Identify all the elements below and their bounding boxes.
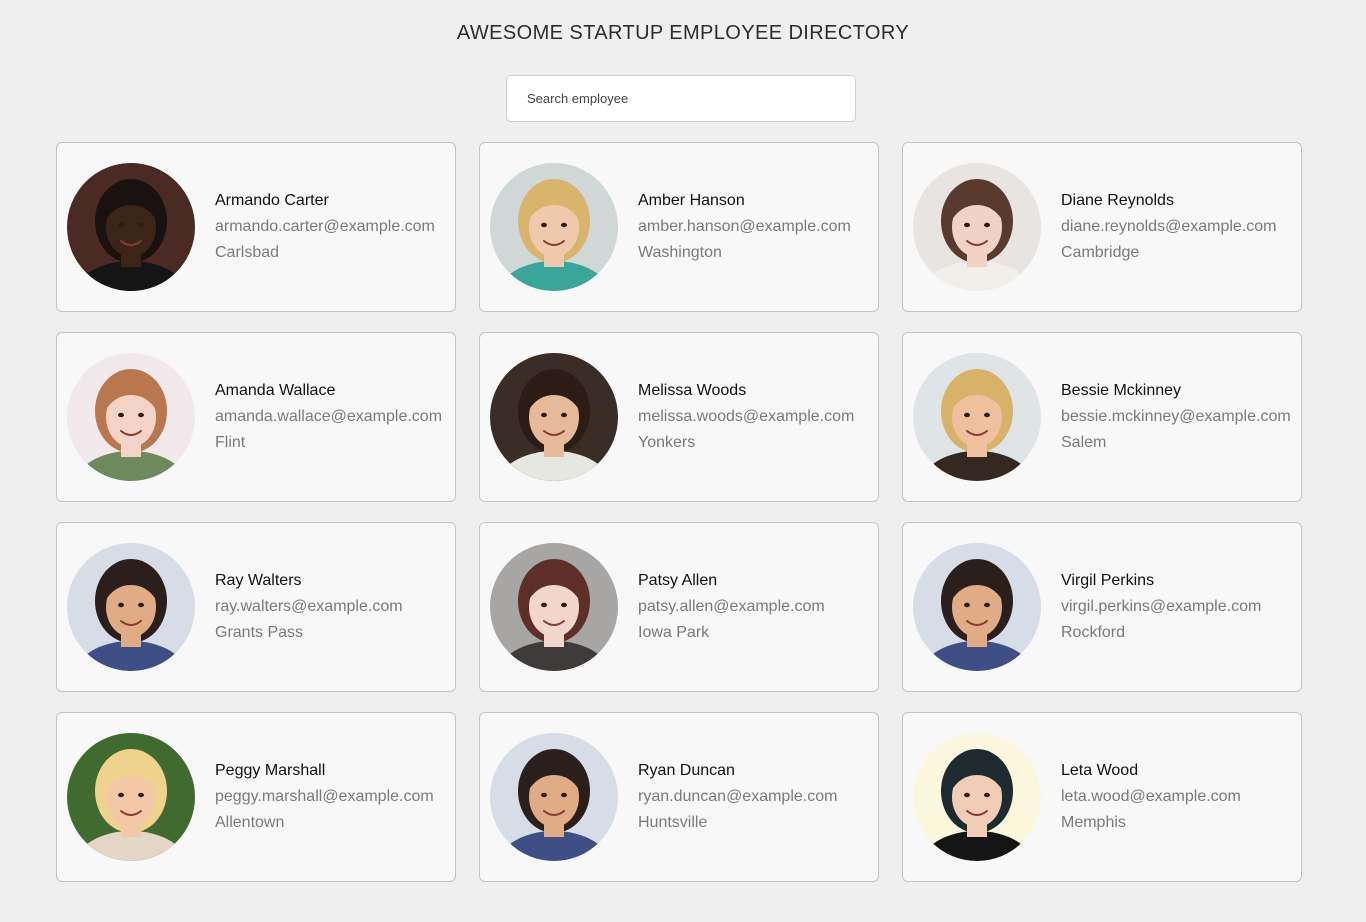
- employee-email: ray.walters@example.com: [215, 598, 403, 615]
- employee-info: Amber Hanson amber.hanson@example.com Wash…: [638, 188, 851, 266]
- employee-city: Grants Pass: [215, 624, 304, 641]
- employee-info: Ray Walters ray.walters@example.com Grants…: [215, 568, 403, 646]
- employee-city: Rockford: [1061, 624, 1126, 641]
- employee-name: Amanda Wallace: [215, 382, 336, 399]
- employee-avatar: [490, 733, 618, 861]
- employee-card[interactable]: Armando Carter armando.carter@example.com…: [56, 142, 456, 312]
- employee-avatar: [913, 543, 1041, 671]
- employee-card[interactable]: Diane Reynolds diane.reynolds@example.com…: [902, 142, 1302, 312]
- employee-card[interactable]: Amber Hanson amber.hanson@example.com Wash…: [479, 142, 879, 312]
- search-container: [506, 75, 856, 122]
- employee-name: Armando Carter: [215, 192, 329, 209]
- employee-city: Yonkers: [638, 434, 696, 451]
- employee-info: Diane Reynolds diane.reynolds@example.com…: [1061, 188, 1276, 266]
- employee-avatar: [913, 353, 1041, 481]
- employee-card[interactable]: Ray Walters ray.walters@example.com Grants…: [56, 522, 456, 692]
- employee-card[interactable]: Ryan Duncan ryan.duncan@example.com Huntsv…: [479, 712, 879, 882]
- employee-email: bessie.mckinney@example.com: [1061, 408, 1291, 425]
- employee-card[interactable]: Melissa Woods melissa.woods@example.com Yo…: [479, 332, 879, 502]
- employee-card[interactable]: Peggy Marshall peggy.marshall@example.com…: [56, 712, 456, 882]
- employee-card[interactable]: Bessie Mckinney bessie.mckinney@example.c…: [902, 332, 1302, 502]
- employee-name: Ryan Duncan: [638, 762, 735, 779]
- page-title: AWESOME STARTUP EMPLOYEE DIRECTORY: [456, 22, 910, 44]
- employee-avatar: [490, 163, 618, 291]
- employee-email: amber.hanson@example.com: [638, 218, 851, 235]
- employee-info: Patsy Allen patsy.allen@example.com Iowa P…: [638, 568, 825, 646]
- employee-name: Melissa Woods: [638, 382, 747, 399]
- employee-email: diane.reynolds@example.com: [1061, 218, 1277, 235]
- employee-info: Melissa Woods melissa.woods@example.com Yo…: [638, 378, 854, 456]
- employee-card[interactable]: Leta Wood leta.wood@example.com Memphis: [902, 712, 1302, 882]
- employee-name: Patsy Allen: [638, 572, 718, 589]
- employee-name: Diane Reynolds: [1061, 192, 1174, 209]
- employee-avatar: [67, 543, 195, 671]
- employee-info: Peggy Marshall peggy.marshall@example.com…: [215, 758, 434, 836]
- employee-email: peggy.marshall@example.com: [215, 788, 434, 805]
- employee-name: Ray Walters: [215, 572, 302, 589]
- employee-info: Armando Carter armando.carter@example.com…: [215, 188, 435, 266]
- employee-name: Amber Hanson: [638, 192, 745, 209]
- employee-email: melissa.woods@example.com: [638, 408, 855, 425]
- employee-city: Carlsbad: [215, 244, 280, 261]
- employee-info: Bessie Mckinney bessie.mckinney@example.c…: [1061, 378, 1291, 456]
- employee-city: Salem: [1061, 434, 1107, 451]
- employee-email: leta.wood@example.com: [1061, 788, 1241, 805]
- employee-info: Leta Wood leta.wood@example.com Memphis: [1061, 758, 1241, 836]
- employee-info: Amanda Wallace amanda.wallace@example.com…: [215, 378, 442, 456]
- employee-info: Ryan Duncan ryan.duncan@example.com Huntsv…: [638, 758, 837, 836]
- employee-name: Virgil Perkins: [1061, 572, 1155, 589]
- employee-card[interactable]: Patsy Allen patsy.allen@example.com Iowa P…: [479, 522, 879, 692]
- employee-city: Washington: [638, 244, 722, 261]
- employee-grid: Armando Carter armando.carter@example.com…: [56, 142, 1302, 882]
- employee-email: armando.carter@example.com: [215, 218, 435, 235]
- employee-name: Peggy Marshall: [215, 762, 326, 779]
- employee-city: Cambridge: [1061, 244, 1140, 261]
- employee-city: Flint: [215, 434, 246, 451]
- employee-avatar: [913, 733, 1041, 861]
- search-input[interactable]: [506, 75, 856, 122]
- employee-email: patsy.allen@example.com: [638, 598, 825, 615]
- employee-card[interactable]: Amanda Wallace amanda.wallace@example.com…: [56, 332, 456, 502]
- employee-avatar: [913, 163, 1041, 291]
- employee-avatar: [67, 163, 195, 291]
- employee-avatar: [67, 733, 195, 861]
- employee-city: Iowa Park: [638, 624, 710, 641]
- employee-name: Leta Wood: [1061, 762, 1139, 779]
- employee-email: virgil.perkins@example.com: [1061, 598, 1262, 615]
- employee-avatar: [490, 543, 618, 671]
- employee-info: Virgil Perkins virgil.perkins@example.com…: [1061, 568, 1261, 646]
- employee-city: Huntsville: [638, 814, 708, 831]
- employee-avatar: [67, 353, 195, 481]
- employee-email: ryan.duncan@example.com: [638, 788, 838, 805]
- employee-name: Bessie Mckinney: [1061, 382, 1182, 399]
- employee-city: Allentown: [215, 814, 285, 831]
- employee-card[interactable]: Virgil Perkins virgil.perkins@example.com…: [902, 522, 1302, 692]
- employee-email: amanda.wallace@example.com: [215, 408, 443, 425]
- employee-city: Memphis: [1061, 814, 1126, 831]
- employee-avatar: [490, 353, 618, 481]
